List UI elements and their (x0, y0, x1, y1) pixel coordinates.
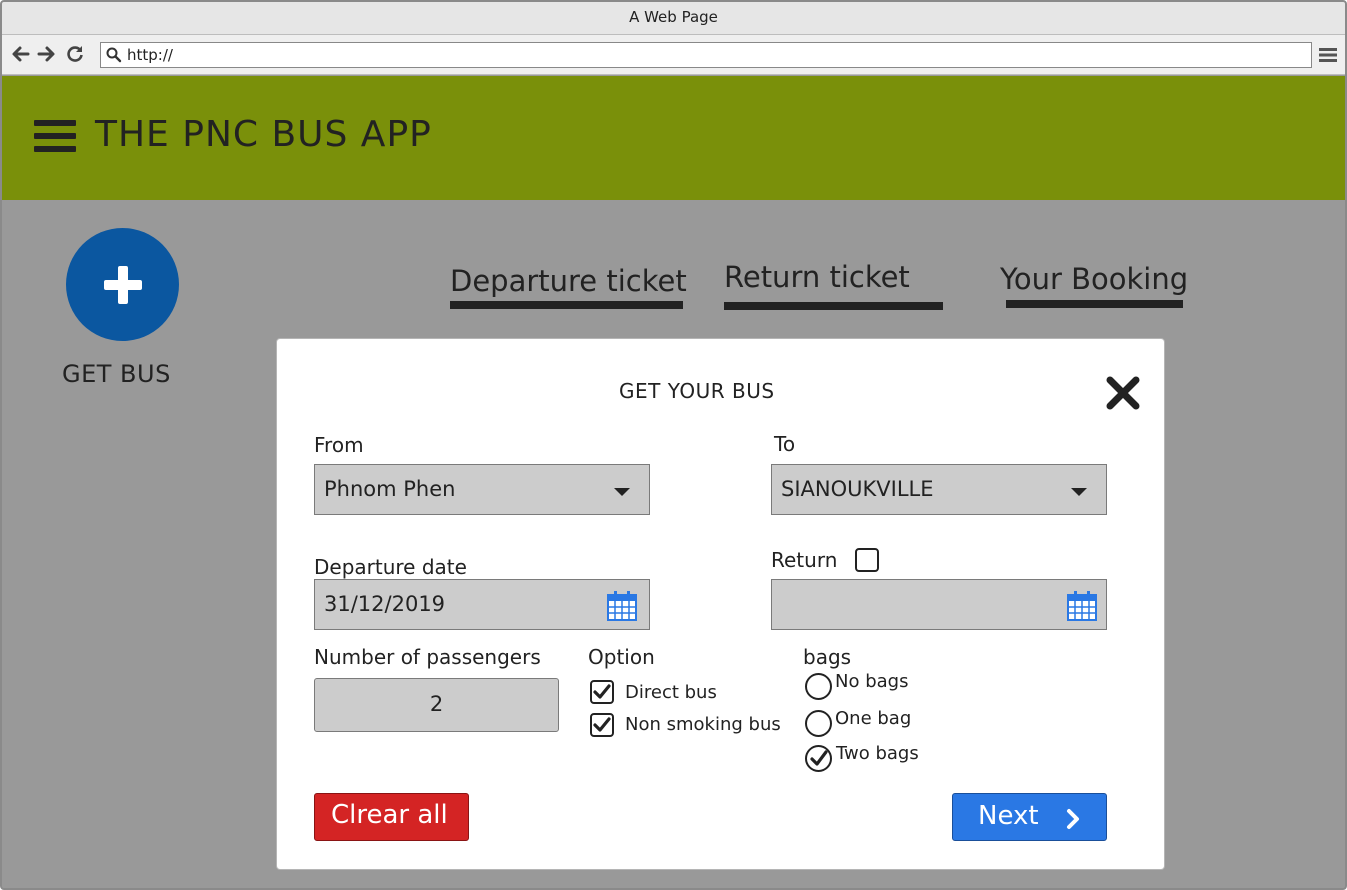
direct-bus-checkbox[interactable] (590, 680, 614, 704)
reload-icon[interactable] (65, 44, 85, 64)
address-bar[interactable]: http:// (100, 42, 1312, 68)
browser-window: A Web Page http:// THE PNC BUS APP GET B… (0, 0, 1347, 890)
two-bags-radio[interactable] (805, 745, 832, 772)
return-label: Return (771, 548, 838, 572)
checkmark-icon (593, 684, 611, 699)
tab-departure-ticket[interactable]: Departure ticket (450, 264, 687, 298)
url-text: http:// (127, 46, 173, 64)
from-label: From (314, 433, 364, 457)
passengers-input[interactable]: 2 (314, 678, 559, 732)
passengers-value: 2 (429, 692, 444, 716)
arrow-left-icon[interactable] (11, 44, 31, 64)
window-title: A Web Page (2, 2, 1345, 35)
app-title: THE PNC BUS APP (95, 114, 432, 155)
bags-label: bags (803, 645, 852, 669)
chevron-right-icon (1067, 809, 1079, 829)
to-label: To (774, 432, 796, 456)
tab-your-booking[interactable]: Your Booking (1000, 262, 1188, 296)
close-icon[interactable] (1105, 375, 1141, 411)
chevron-down-icon (614, 488, 630, 496)
app-header: THE PNC BUS APP (2, 76, 1345, 200)
non-smoking-checkbox[interactable] (590, 713, 614, 737)
browser-toolbar: http:// (2, 35, 1345, 75)
departure-date-field[interactable]: 31/12/2019 (314, 579, 650, 630)
calendar-icon[interactable] (606, 590, 638, 622)
chevron-down-icon (1071, 488, 1087, 496)
departure-date-value: 31/12/2019 (324, 592, 446, 616)
two-bags-label: Two bags (836, 743, 919, 764)
to-select[interactable]: SIANOUKVILLE (771, 464, 1107, 515)
from-value: Phnom Phen (324, 477, 456, 501)
to-value: SIANOUKVILLE (781, 477, 934, 501)
tab-underline (1006, 300, 1183, 308)
tab-return-ticket[interactable]: Return ticket (724, 260, 910, 294)
passengers-label: Number of passengers (314, 645, 541, 669)
menu-icon[interactable] (1319, 47, 1337, 63)
tab-underline (450, 301, 683, 309)
get-bus-label: GET BUS (62, 360, 171, 388)
clear-all-button[interactable]: Clrear all (314, 793, 469, 841)
checkmark-icon (593, 717, 611, 732)
departure-date-label: Departure date (314, 555, 467, 579)
no-bags-radio[interactable] (805, 673, 832, 700)
from-select[interactable]: Phnom Phen (314, 464, 650, 515)
non-smoking-label: Non smoking bus (625, 714, 781, 735)
checkmark-icon (810, 750, 828, 766)
hamburger-icon[interactable] (34, 120, 76, 156)
option-label: Option (588, 645, 655, 669)
clear-all-label: Clrear all (331, 800, 448, 830)
return-checkbox[interactable] (855, 548, 879, 572)
return-date-field[interactable] (771, 579, 1107, 630)
get-bus-button[interactable] (66, 228, 179, 341)
plus-icon (104, 266, 142, 304)
arrow-right-icon[interactable] (36, 44, 56, 64)
calendar-icon[interactable] (1066, 590, 1098, 622)
direct-bus-label: Direct bus (625, 682, 717, 703)
one-bag-radio[interactable] (805, 710, 832, 737)
next-label: Next (978, 801, 1039, 831)
get-your-bus-dialog: GET YOUR BUS From Phnom Phen To SIANOUKV… (276, 338, 1165, 870)
tab-underline (724, 302, 943, 310)
dialog-title: GET YOUR BUS (619, 379, 775, 403)
no-bags-label: No bags (835, 671, 909, 692)
search-icon (106, 47, 122, 63)
next-button[interactable]: Next (952, 793, 1107, 841)
one-bag-label: One bag (835, 708, 912, 729)
